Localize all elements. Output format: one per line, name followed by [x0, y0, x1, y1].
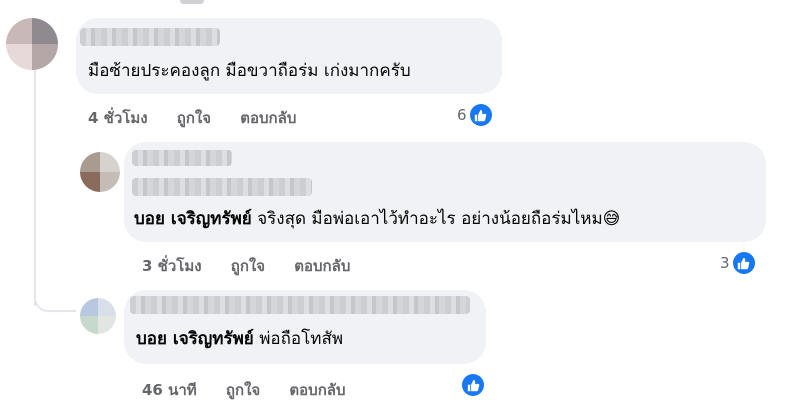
like-button[interactable]: ถูกใจ — [231, 257, 265, 275]
thread-line — [34, 66, 36, 306]
blurred-fragment — [180, 0, 204, 4]
like-button[interactable]: ถูกใจ — [226, 381, 260, 399]
thumbs-up-icon — [469, 104, 492, 126]
reply-button[interactable]: ตอบกลับ — [294, 257, 350, 275]
reaction-count: 6 — [457, 106, 467, 124]
comment-bubble: มือซ้ายประคองลูก มือขวาถือร่ม เก่งมากครั… — [76, 18, 502, 94]
comment-meta: 3 ชั่วโมง ถูกใจ ตอบกลับ — [142, 254, 374, 278]
like-button[interactable]: ถูกใจ — [177, 109, 211, 127]
reaction-summary[interactable]: 6 — [457, 104, 492, 126]
comment-bubble: บอย เจริญทรัพย์ จริงสุด มือพ่อเอาไว้ทำอะ… — [124, 142, 766, 242]
comment-meta: 4 ชั่วโมง ถูกใจ ตอบกลับ — [88, 106, 320, 130]
avatar[interactable] — [80, 152, 120, 192]
comment-text: บอย เจริญทรัพย์ พ่อถือโทสัพ — [136, 329, 344, 349]
comment-time[interactable]: 3 ชั่วโมง — [142, 257, 202, 275]
reply-button[interactable]: ตอบกลับ — [289, 381, 345, 399]
blurred-author-name[interactable] — [80, 28, 220, 46]
reaction-count: 3 — [720, 254, 730, 272]
reaction-summary[interactable]: 3 — [720, 252, 755, 274]
thread-connector — [34, 280, 76, 312]
mentioned-user[interactable]: บอย เจริญทรัพย์ — [136, 329, 254, 349]
blurred-author-name[interactable] — [132, 178, 312, 196]
comment-text: บอย เจริญทรัพย์ จริงสุด มือพ่อเอาไว้ทำอะ… — [134, 209, 621, 229]
thumbs-up-icon — [732, 252, 755, 274]
reaction-summary[interactable] — [462, 374, 484, 396]
avatar[interactable] — [6, 18, 58, 70]
blurred-author-name[interactable] — [130, 296, 470, 314]
comment-meta: 46 นาที ถูกใจ ตอบกลับ — [142, 378, 370, 402]
avatar[interactable] — [80, 298, 116, 334]
comment-time[interactable]: 4 ชั่วโมง — [88, 109, 148, 127]
comment-text: มือซ้ายประคองลูก มือขวาถือร่ม เก่งมากครั… — [88, 61, 411, 81]
comment-bubble: บอย เจริญทรัพย์ พ่อถือโทสัพ — [124, 290, 486, 364]
blurred-author-name[interactable] — [132, 150, 232, 166]
comment-time[interactable]: 46 นาที — [142, 381, 197, 399]
thumbs-up-icon — [462, 374, 484, 396]
mentioned-user[interactable]: บอย เจริญทรัพย์ — [134, 209, 252, 229]
reply-button[interactable]: ตอบกลับ — [240, 109, 296, 127]
